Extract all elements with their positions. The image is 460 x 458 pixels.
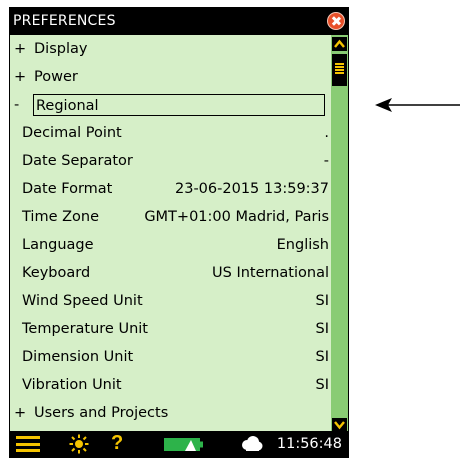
category-users-and-projects[interactable]: + Users and Projects [10,399,331,427]
setting-value: 23-06-2015 13:59:37 [175,181,329,197]
setting-label: Time Zone [22,209,100,225]
collapse-toggle[interactable]: - [14,91,26,119]
setting-label: Vibration Unit [22,377,122,393]
setting-keyboard[interactable]: Keyboard US International [10,259,331,287]
category-label: Regional [33,94,325,116]
setting-value: SI [315,321,329,337]
setting-label: Decimal Point [22,125,122,141]
preferences-list: + Display + Power - Regional Decimal Poi… [10,35,331,427]
setting-date-format[interactable]: Date Format 23-06-2015 13:59:37 [10,175,331,203]
setting-label: Keyboard [22,265,91,281]
cloud-icon[interactable] [240,436,264,451]
category-power[interactable]: + Power [10,63,331,91]
sun-icon[interactable] [68,434,90,454]
setting-label: Wind Speed Unit [22,293,143,309]
setting-temperature-unit[interactable]: Temperature Unit SI [10,315,331,343]
setting-value: SI [315,377,329,393]
title-bar: PREFERENCES [10,8,348,35]
clock: 11:56:48 [276,436,342,452]
setting-value: - [323,153,329,169]
expand-toggle[interactable]: + [14,35,26,63]
setting-label: Date Format [22,181,113,197]
category-label: Power [34,69,78,85]
setting-label: Language [22,237,94,253]
scroll-thumb[interactable] [332,54,347,86]
category-display[interactable]: + Display [10,35,331,63]
category-regional[interactable]: - Regional [10,91,331,119]
menu-icon[interactable] [16,436,40,452]
setting-label: Date Separator [22,153,133,169]
status-bar: ? 11:56:48 [10,431,348,457]
setting-language[interactable]: Language English [10,231,331,259]
window-title: PREFERENCES [13,13,116,29]
setting-time-zone[interactable]: Time Zone GMT+01:00 Madrid, Paris [10,203,331,231]
setting-value: US International [212,265,329,281]
scrollbar[interactable] [331,35,348,432]
scroll-grip [335,63,344,75]
setting-value: English [276,237,329,253]
help-icon[interactable]: ? [111,432,123,455]
arrow-left-icon [375,98,460,112]
setting-wind-speed-unit[interactable]: Wind Speed Unit SI [10,287,331,315]
setting-value: . [324,125,329,141]
category-label: Users and Projects [34,405,169,421]
expand-toggle[interactable]: + [14,399,26,427]
setting-value: SI [315,349,329,365]
category-label: Display [34,41,88,57]
setting-decimal-point[interactable]: Decimal Point . [10,119,331,147]
setting-value: GMT+01:00 Madrid, Paris [144,209,329,225]
setting-vibration-unit[interactable]: Vibration Unit SI [10,371,331,399]
scroll-down-icon[interactable] [332,418,347,432]
expand-toggle[interactable]: + [14,63,26,91]
scroll-up-icon[interactable] [332,37,347,51]
setting-dimension-unit[interactable]: Dimension Unit SI [10,343,331,371]
setting-date-separator[interactable]: Date Separator - [10,147,331,175]
battery-icon[interactable] [164,438,204,451]
setting-label: Dimension Unit [22,349,134,365]
close-icon[interactable] [327,12,345,30]
setting-value: SI [315,293,329,309]
setting-label: Temperature Unit [22,321,148,337]
preferences-window: PREFERENCES + Display + Power - Regional… [9,7,349,458]
